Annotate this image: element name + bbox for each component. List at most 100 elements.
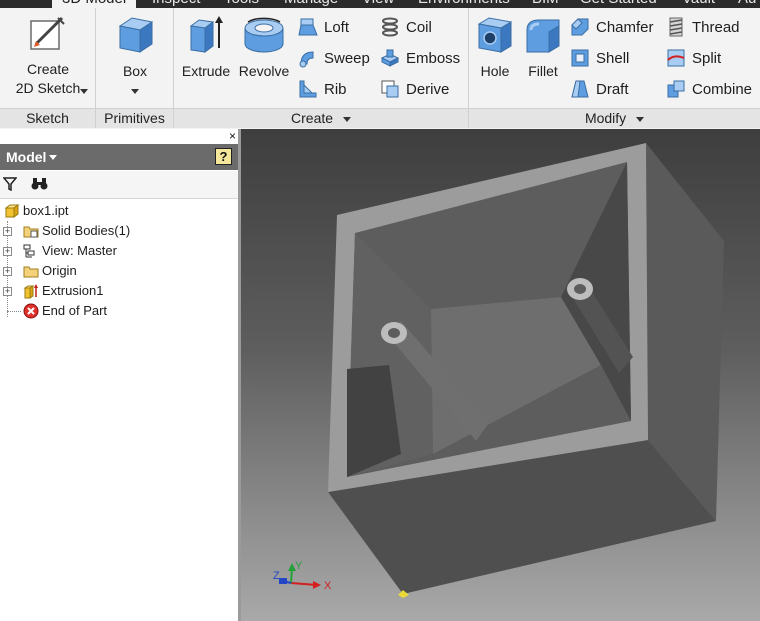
revolve-button[interactable]: Revolve (235, 14, 293, 81)
tree-label: End of Part (42, 303, 108, 318)
binoculars-icon[interactable] (31, 177, 48, 191)
tree-connector (7, 311, 21, 312)
loft-button[interactable]: Loft (298, 15, 349, 39)
help-icon[interactable]: ? (215, 148, 232, 165)
extrude-label: Extrude (181, 63, 231, 79)
tab-tools[interactable]: Tools (224, 0, 259, 8)
tree-item-origin[interactable]: + Origin (0, 261, 238, 281)
expand-icon[interactable]: + (3, 287, 12, 296)
expand-icon[interactable]: + (3, 247, 12, 256)
panel-title-create[interactable]: Create (174, 108, 468, 128)
derive-button[interactable]: Derive (380, 77, 449, 101)
tree-item-end-of-part[interactable]: End of Part (0, 301, 238, 321)
tab-view[interactable]: View (362, 0, 394, 8)
emboss-button[interactable]: Emboss (380, 46, 460, 70)
chevron-down-icon (131, 88, 139, 94)
thread-button[interactable]: Thread (666, 15, 740, 39)
chevron-down-icon (342, 116, 351, 122)
split-button[interactable]: Split (666, 46, 721, 70)
tree-item-box1[interactable]: box1.ipt (0, 201, 238, 221)
ribbon-tab-strip: 3D Model Inspect Tools Manage View Envir… (0, 0, 760, 8)
fillet-button[interactable]: Fillet (520, 14, 566, 81)
tree-item-solid-bodies[interactable]: + Solid Bodies(1) (0, 221, 238, 241)
combine-button[interactable]: Combine (666, 77, 752, 101)
view-triad[interactable]: X Y Z (269, 561, 339, 601)
tab-inspect[interactable]: Inspect (152, 0, 200, 8)
fillet-icon (526, 19, 560, 53)
extrude-icon (189, 16, 223, 53)
chamfer-button[interactable]: Chamfer (570, 15, 654, 39)
chevron-down-icon (636, 116, 645, 122)
create-sketch-label-1: Create (26, 61, 70, 77)
box-label: Box (122, 63, 148, 79)
tab-au[interactable]: Au (738, 0, 756, 8)
sweep-icon (299, 51, 314, 68)
panel-modify: Hole Fillet Chamfer Shell Draft Thread S… (469, 8, 760, 128)
browser-title[interactable]: Model (6, 149, 46, 165)
sweep-button[interactable]: Sweep (298, 46, 370, 70)
hole-button[interactable]: Hole (472, 14, 518, 81)
tree-label: box1.ipt (23, 203, 69, 218)
view-rep-icon (23, 244, 35, 258)
hole-label: Hole (480, 63, 510, 79)
fillet-label: Fillet (528, 63, 558, 79)
tab-environments[interactable]: Environments (418, 0, 510, 8)
expand-icon[interactable]: + (3, 267, 12, 276)
draft-button[interactable]: Draft (570, 77, 629, 101)
tab-vault[interactable]: Vault (682, 0, 715, 8)
combine-icon (667, 80, 685, 98)
axis-x-label: X (324, 580, 332, 592)
panel-title-modify-label: Modify (584, 110, 627, 126)
shell-button[interactable]: Shell (570, 46, 629, 70)
right-pin-hole (574, 284, 586, 294)
emboss-icon (380, 49, 400, 67)
rib-label: Rib (324, 80, 347, 98)
combine-label: Combine (692, 80, 753, 98)
panel-title-primitives: Primitives (96, 108, 173, 128)
tab-manage[interactable]: Manage (284, 0, 338, 8)
box-button[interactable]: Box (102, 14, 168, 100)
thread-icon (669, 17, 683, 37)
thread-label: Thread (692, 18, 740, 36)
chevron-down-icon[interactable] (49, 154, 58, 160)
loft-label: Loft (324, 18, 350, 36)
extrude-button[interactable]: Extrude (177, 14, 235, 81)
graphics-viewport[interactable]: X Y Z (241, 129, 760, 621)
tree-item-extrusion1[interactable]: + Extrusion1 (0, 281, 238, 301)
create-sketch-label-2: 2D Sketch (15, 80, 81, 96)
tree-item-view-master[interactable]: + View: Master (0, 241, 238, 261)
filter-icon[interactable] (3, 177, 17, 191)
tab-bim[interactable]: BIM (532, 0, 559, 8)
coil-button[interactable]: Coil (380, 15, 432, 39)
rib-icon (299, 80, 317, 98)
model-browser: × Model ? box1.ipt + Solid Bodies(1) + V… (0, 129, 241, 621)
revolve-icon (244, 17, 284, 53)
draft-icon (571, 80, 589, 98)
axis-y-label: Y (295, 561, 303, 572)
panel-title-sketch: Sketch (0, 108, 95, 128)
create-2d-sketch-button[interactable]: Create 2D Sketch (6, 14, 90, 98)
tab-3d-model[interactable]: 3D Model (52, 0, 137, 8)
tree-label: View: Master (42, 243, 117, 258)
emboss-label: Emboss (406, 49, 461, 67)
ribbon: Create 2D Sketch Sketch Box Primitives E… (0, 8, 760, 128)
expand-icon[interactable]: + (3, 227, 12, 236)
model-tree: box1.ipt + Solid Bodies(1) + View: Maste… (0, 201, 238, 321)
chevron-down-icon (80, 89, 88, 94)
revolve-label: Revolve (238, 63, 290, 79)
chamfer-label: Chamfer (596, 18, 654, 36)
coil-label: Coil (406, 18, 432, 36)
rib-button[interactable]: Rib (298, 77, 347, 101)
panel-title-modify[interactable]: Modify (469, 108, 760, 128)
tab-get-started[interactable]: Get Started (580, 0, 657, 8)
tree-label: Origin (42, 263, 77, 278)
origin-folder-icon (23, 266, 39, 278)
tree-label: Solid Bodies(1) (42, 223, 131, 238)
browser-header: Model ? (0, 144, 238, 170)
sweep-label: Sweep (324, 49, 370, 67)
coil-icon (382, 17, 398, 37)
split-icon (667, 49, 685, 67)
close-icon[interactable]: × (229, 129, 236, 143)
box-model (328, 143, 724, 598)
tree-label: Extrusion1 (42, 283, 104, 298)
